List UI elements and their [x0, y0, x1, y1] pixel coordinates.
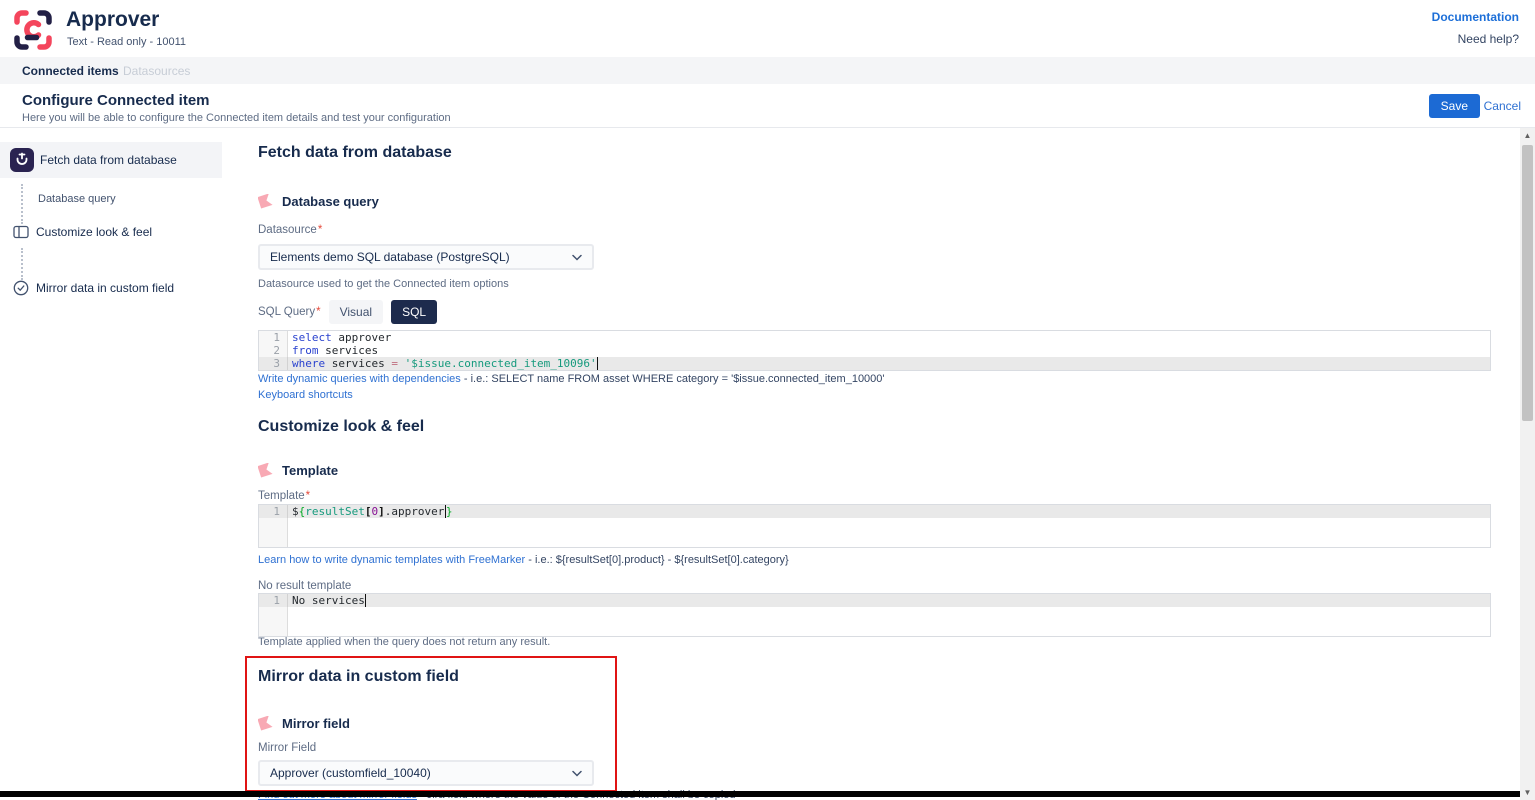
layout-step-icon [12, 223, 30, 241]
code-line-active: 1 ${resultSet[0].approver} [259, 505, 1490, 518]
sql-help-text: Write dynamic queries with dependencies … [258, 373, 885, 385]
section-title-customize: Customize look & feel [258, 418, 424, 436]
main-content: Fetch data from database Database query … [258, 128, 1491, 800]
datasource-select[interactable]: Elements demo SQL database (PostgreSQL) [258, 244, 594, 270]
code-line-active: 3 where services = '$issue.connected_ite… [259, 357, 1490, 370]
dynamic-queries-link[interactable]: Write dynamic queries with dependencies [258, 373, 461, 385]
item-subtitle: Text - Read only - 10011 [67, 36, 186, 48]
subsection-database-query: Database query [258, 194, 379, 209]
keyboard-shortcuts-row: Keyboard shortcuts [258, 389, 353, 401]
scroll-up-arrow-icon[interactable]: ▲ [1520, 128, 1535, 143]
code-line-active: 1 No services [259, 594, 1490, 607]
page-title: Approver [66, 8, 159, 32]
sidebar-item-label: Customize look & feel [36, 225, 152, 239]
save-button[interactable]: Save [1429, 94, 1480, 118]
section-title-fetch: Fetch data from database [258, 144, 452, 162]
tab-datasources[interactable]: Datasources [123, 64, 190, 78]
keyboard-shortcuts-link[interactable]: Keyboard shortcuts [258, 389, 353, 401]
sidebar-item-customize[interactable]: Customize look & feel [12, 222, 222, 244]
datasource-selected-value: Elements demo SQL database (PostgreSQL) [270, 250, 572, 264]
configure-header: Configure Connected item Here you will b… [0, 84, 1535, 128]
configure-title: Configure Connected item [22, 92, 210, 109]
subsection-mirror-field: Mirror field [258, 716, 350, 731]
visual-mode-button[interactable]: Visual [329, 300, 383, 324]
tab-bar: Connected items Datasources [0, 57, 1535, 84]
code-line: 1 select approver [259, 331, 1490, 344]
flag-icon [258, 716, 273, 731]
vertical-scrollbar[interactable]: ▲ ▼ [1520, 128, 1535, 800]
mirror-field-selected-value: Approver (customfield_10040) [270, 766, 572, 780]
sidebar-item-database-query[interactable]: Database query [38, 193, 116, 205]
step-connector [21, 248, 23, 280]
required-asterisk: * [306, 490, 310, 502]
sidebar-item-label: Fetch data from database [40, 153, 177, 167]
code-line: 2 from services [259, 344, 1490, 357]
flag-icon [258, 463, 273, 478]
datasource-help: Datasource used to get the Connected ite… [258, 278, 509, 290]
elements-connect-logo-icon [10, 7, 56, 53]
step-connector [21, 184, 23, 224]
no-result-template-label: No result template [258, 580, 351, 592]
scroll-down-arrow-icon[interactable]: ▼ [1520, 785, 1535, 800]
required-asterisk: * [316, 306, 320, 318]
mirror-field-label: Mirror Field [258, 742, 316, 754]
text-cursor [365, 594, 366, 607]
bottom-black-bar [0, 791, 1535, 797]
sql-query-row: SQL Query* Visual SQL [258, 300, 437, 324]
sidebar-item-mirror[interactable]: Mirror data in custom field [12, 278, 222, 300]
template-editor[interactable]: 1 ${resultSet[0].approver} [258, 504, 1491, 548]
freemarker-link[interactable]: Learn how to write dynamic templates wit… [258, 554, 525, 566]
chevron-down-icon [572, 770, 582, 777]
steps-sidebar: Fetch data from database Database query … [0, 128, 240, 800]
mirror-step-icon [12, 279, 30, 297]
tab-connected-items[interactable]: Connected items [22, 64, 119, 78]
mirror-field-select[interactable]: Approver (customfield_10040) [258, 760, 594, 786]
cancel-button[interactable]: Cancel [1484, 99, 1521, 113]
subsection-template: Template [258, 463, 338, 478]
sql-query-editor[interactable]: 1 select approver 2 from services 3 wher… [258, 330, 1491, 371]
required-asterisk: * [318, 224, 322, 236]
configure-subtitle: Here you will be able to configure the C… [22, 112, 451, 124]
chevron-down-icon [572, 254, 582, 261]
template-label: Template* [258, 490, 310, 502]
sql-mode-button[interactable]: SQL [391, 300, 437, 324]
text-cursor [597, 357, 598, 370]
scrollbar-thumb[interactable] [1522, 145, 1533, 421]
sql-query-label: SQL Query* [258, 306, 321, 318]
flag-icon [258, 194, 273, 209]
section-title-mirror: Mirror data in custom field [258, 668, 459, 686]
page: Approver Text - Read only - 10011 Docume… [0, 0, 1535, 800]
datasource-label: Datasource* [258, 224, 322, 236]
sidebar-item-label: Mirror data in custom field [36, 281, 174, 295]
no-result-help: Template applied when the query does not… [258, 636, 550, 648]
sidebar-item-fetch-data[interactable]: Fetch data from database [0, 142, 222, 178]
fetch-step-icon [10, 148, 34, 172]
documentation-link[interactable]: Documentation [1432, 10, 1519, 24]
template-help-text: Learn how to write dynamic templates wit… [258, 554, 789, 566]
app-header: Approver Text - Read only - 10011 Docume… [0, 0, 1535, 57]
no-result-template-editor[interactable]: 1 No services [258, 593, 1491, 637]
need-help-link[interactable]: Need help? [1458, 32, 1519, 46]
